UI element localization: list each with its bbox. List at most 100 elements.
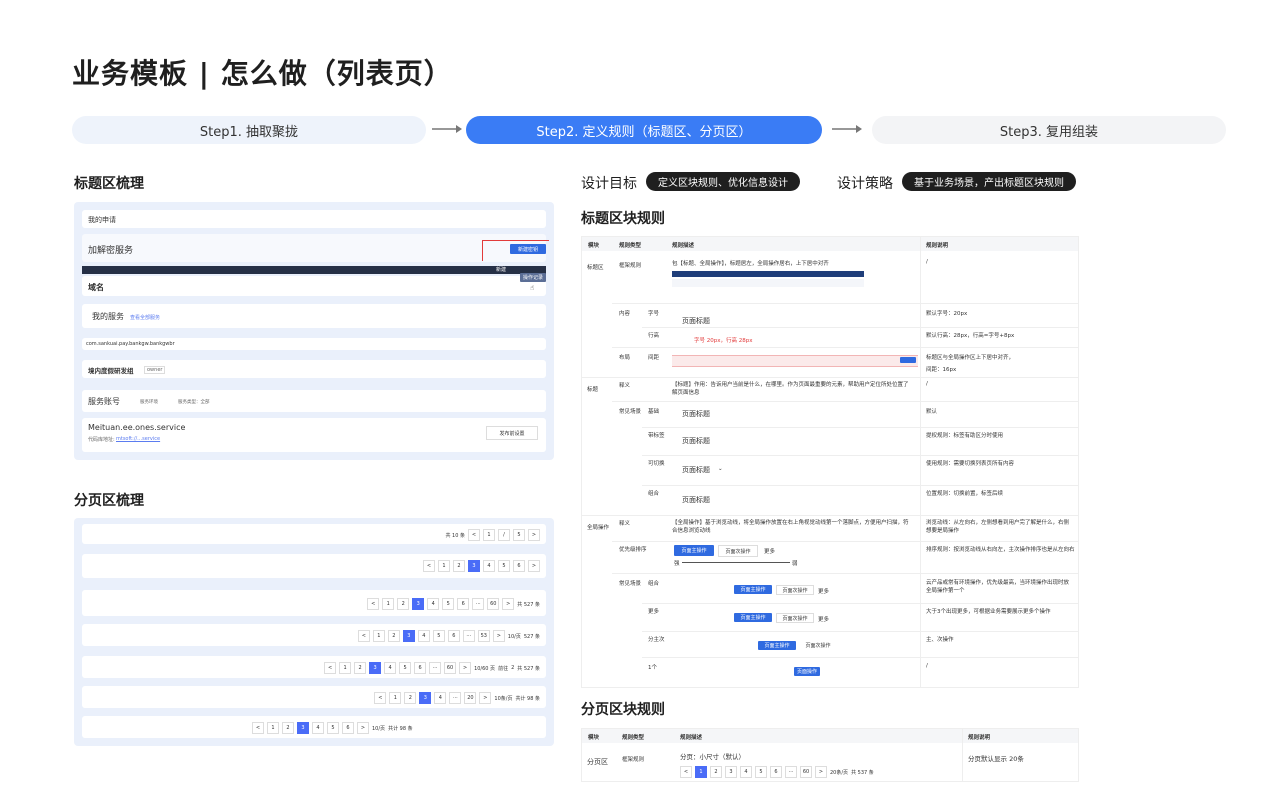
page-number-button[interactable]: 6 [770,766,782,778]
step-1[interactable]: Step1. 抽取聚拢 [72,116,426,144]
page-number-button[interactable]: 4 [384,662,397,674]
page-number-button[interactable]: 4 [483,560,495,572]
more-button[interactable]: 更多 [764,547,775,555]
next-page-button[interactable]: > [492,630,505,642]
secondary-op-button[interactable]: 页面次操作 [718,545,758,557]
page-number-button[interactable]: 2 [282,722,294,734]
page-number-button[interactable]: 2 [387,630,400,642]
cell-note: / [926,381,928,387]
page-number-button[interactable]: 5 [432,630,445,642]
page-number-button[interactable]: 1 [267,722,279,734]
page-number-button[interactable]: 60 [800,766,812,778]
filter-env[interactable]: 服务环境 [140,399,158,405]
page-number-button[interactable]: 6 [513,560,525,572]
page-number-button[interactable]: 3 [412,598,425,610]
page-number-button[interactable]: 3 [468,560,480,572]
page-number-button[interactable]: 2 [354,662,367,674]
page-number-button[interactable]: 2 [710,766,722,778]
next-page-button[interactable]: > [459,662,472,674]
next-page-button[interactable]: > [528,529,540,541]
total-count: 共 10 条 [445,532,465,539]
filter-type[interactable]: 服务类型：全部 [178,399,210,405]
prev-page-button[interactable]: < [367,598,380,610]
page-number-button[interactable]: 20 [464,692,477,704]
page-number-button[interactable]: 3 [297,722,309,734]
cell-module: 标题区 [587,265,604,271]
page-number-button[interactable]: 6 [414,662,427,674]
page-number-button[interactable]: 5 [513,529,525,541]
page-number-button[interactable]: 6 [457,598,470,610]
publish-settings-button[interactable]: 发布前设置 [486,426,538,440]
page-number-button[interactable]: 5 [442,598,455,610]
prev-page-button[interactable]: < [374,692,387,704]
prev-page-button[interactable]: < [252,722,264,734]
op-log-button[interactable]: 操作记录 [520,273,546,282]
page-number-button[interactable]: / [498,529,510,541]
primary-op-button[interactable]: 页面主操作 [674,545,714,556]
prev-page-button[interactable]: < [468,529,480,541]
page-number-button[interactable]: 5 [498,560,510,572]
page-number-button[interactable]: ··· [472,598,485,610]
page-number-button[interactable]: 53 [477,630,490,642]
page-number-button[interactable]: ··· [429,662,442,674]
page-op-button[interactable]: 页面操作 [794,667,820,676]
pagination-extra: 前往 [498,665,509,672]
next-page-button[interactable]: > [528,560,540,572]
paging-sample-row: <1 2 3 4 5 6 ··· 60 > 共 527 条 [82,590,546,616]
page-number-button[interactable]: 1 [483,529,495,541]
page-number-button[interactable]: 3 [725,766,737,778]
cell-type: 常见场景 [619,409,642,415]
secondary-op-button[interactable]: 页面次操作 [776,613,814,623]
page-number-button[interactable]: 6 [342,722,354,734]
step-3[interactable]: Step3. 复用组装 [872,116,1226,144]
page-number-button[interactable]: 4 [434,692,447,704]
page-number-button[interactable]: 1 [438,560,450,572]
page-number-button[interactable]: 1 [695,766,707,778]
sample-link[interactable]: 查看全部服务 [130,314,160,321]
page-number-button[interactable]: 6 [447,630,460,642]
next-page-button[interactable]: > [479,692,492,704]
next-page-button[interactable]: > [502,598,515,610]
page-number-button[interactable]: 3 [369,662,382,674]
secondary-op-button[interactable]: 页面次操作 [800,641,836,649]
page-number-button[interactable]: 3 [419,692,432,704]
page-number-button[interactable]: ··· [449,692,462,704]
page-number-button[interactable]: 1 [339,662,352,674]
new-key-button[interactable]: 新建密钥 [510,244,546,254]
primary-op-button[interactable]: 页面主操作 [758,641,796,650]
next-page-button[interactable]: > [357,722,369,734]
page-number-button[interactable]: 60 [444,662,457,674]
next-page-button[interactable]: > [815,766,827,778]
page-number-button[interactable]: 2 [453,560,465,572]
page-number-button[interactable]: ··· [785,766,797,778]
page-number-button[interactable]: 60 [487,598,500,610]
page-number-button[interactable]: 5 [327,722,339,734]
page-number-button[interactable]: 1 [389,692,402,704]
repo-link[interactable]: mtsoft://…service [116,436,160,442]
page-number-button[interactable]: 4 [312,722,324,734]
prev-page-button[interactable]: < [357,630,370,642]
chevron-down-icon: ⌄ [718,466,723,472]
page-number-button[interactable]: 4 [427,598,440,610]
page-number-button[interactable]: 5 [399,662,412,674]
more-button[interactable]: 更多 [818,587,829,595]
page-number-button[interactable]: 5 [755,766,767,778]
page-number-button[interactable]: 3 [402,630,415,642]
more-button[interactable]: 更多 [818,615,829,623]
primary-op-button[interactable]: 页面主操作 [734,613,772,622]
cell-module: 分页区 [587,758,608,766]
page-number-button[interactable]: 2 [397,598,410,610]
page-number-button[interactable]: 4 [417,630,430,642]
primary-op-button[interactable]: 页面主操作 [734,585,772,594]
page-number-button[interactable]: 1 [382,598,395,610]
page-number-button[interactable]: 4 [740,766,752,778]
page-number-button[interactable]: ··· [462,630,475,642]
page-number-button[interactable]: 2 [404,692,417,704]
prev-page-button[interactable]: < [680,766,692,778]
prev-page-button[interactable]: < [423,560,435,572]
secondary-op-button[interactable]: 页面次操作 [776,585,814,595]
step-2[interactable]: Step2. 定义规则（标题区、分页区） [466,116,822,144]
sample-title: 服务账号 [88,397,120,406]
prev-page-button[interactable]: < [324,662,337,674]
page-number-button[interactable]: 1 [372,630,385,642]
